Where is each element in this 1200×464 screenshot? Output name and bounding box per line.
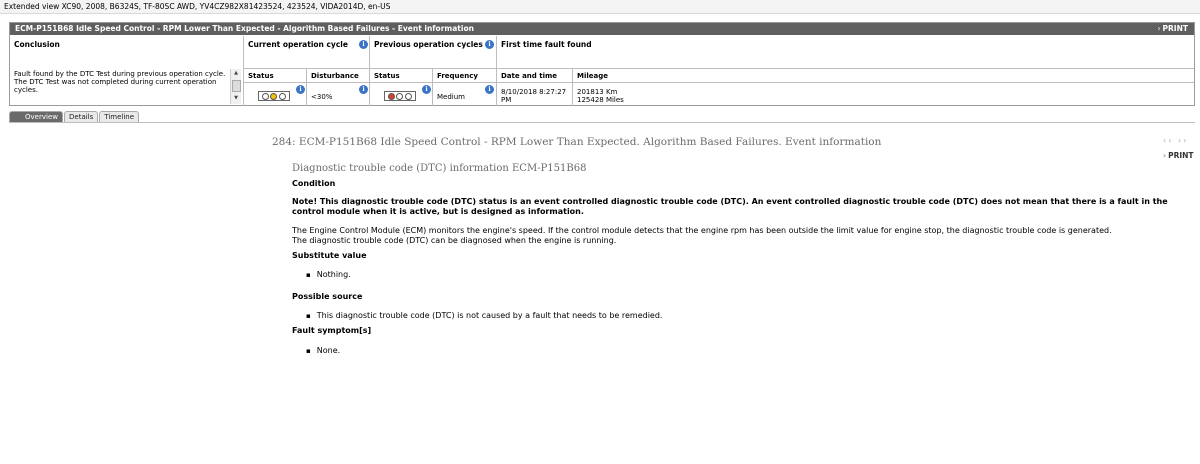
previous-cycles-heading: Previous operation cycles bbox=[374, 40, 483, 49]
status-light-red bbox=[387, 92, 395, 100]
info-icon[interactable]: i bbox=[485, 85, 494, 94]
print-label: PRINT bbox=[1168, 151, 1194, 160]
mileage-value: 201813 Km 125428 Miles bbox=[577, 88, 624, 104]
divider bbox=[243, 36, 244, 106]
prev-arrow-icon[interactable]: ‹‹ bbox=[1163, 136, 1173, 145]
document-navigation: ‹‹ ›› bbox=[1163, 136, 1188, 145]
mileage-miles: 125428 Miles bbox=[577, 96, 624, 104]
status-light bbox=[261, 92, 269, 100]
note-text: Note! This diagnostic trouble code (DTC)… bbox=[292, 197, 1168, 216]
divider bbox=[496, 36, 497, 106]
substitute-title: Substitute value bbox=[292, 251, 367, 260]
frequency-header: Frequency bbox=[437, 72, 478, 80]
status-light bbox=[279, 92, 287, 100]
chevron-right-icon: › bbox=[1157, 24, 1161, 33]
date-time-value: 8/10/2018 8:27:27 PM bbox=[501, 88, 566, 104]
event-title: ECM-P151B68 Idle Speed Control - RPM Low… bbox=[15, 24, 474, 33]
status-light bbox=[396, 92, 404, 100]
mileage-km: 201813 Km bbox=[577, 88, 618, 96]
scroll-thumb[interactable] bbox=[232, 80, 241, 92]
divider bbox=[306, 68, 307, 106]
event-info-header: ECM-P151B68 Idle Speed Control - RPM Low… bbox=[10, 23, 1194, 35]
chevron-right-icon: › bbox=[1163, 151, 1167, 160]
current-status-indicator bbox=[258, 91, 290, 101]
current-status-header: Status bbox=[248, 72, 274, 80]
scroll-down-icon[interactable]: ▼ bbox=[231, 94, 241, 102]
scroll-up-icon[interactable]: ▲ bbox=[231, 69, 241, 77]
print-label: PRINT bbox=[1162, 24, 1188, 33]
document-heading: 284: ECM-P151B68 Idle Speed Control - RP… bbox=[272, 136, 882, 148]
conclusion-heading: Conclusion bbox=[14, 40, 60, 49]
first-fault-heading: First time fault found bbox=[501, 40, 592, 49]
next-arrow-icon[interactable]: ›› bbox=[1178, 136, 1188, 145]
conclusion-line: The DTC Test was not completed during cu… bbox=[14, 78, 217, 94]
source-item: This diagnostic trouble code (DTC) is no… bbox=[306, 311, 663, 320]
frequency-value: Medium bbox=[437, 93, 465, 101]
description-line: The diagnostic trouble code (DTC) can be… bbox=[292, 236, 617, 245]
tabs-underline bbox=[9, 122, 1195, 123]
document-print-button[interactable]: › PRINT bbox=[1163, 151, 1194, 160]
date-line: 8/10/2018 8:27:27 bbox=[501, 88, 567, 96]
date-time-header: Date and time bbox=[501, 72, 558, 80]
status-light bbox=[405, 92, 413, 100]
condition-title: Condition bbox=[292, 179, 336, 188]
disturbance-header: Disturbance bbox=[311, 72, 359, 80]
divider bbox=[243, 68, 1194, 69]
divider bbox=[369, 36, 370, 106]
current-cycle-heading: Current operation cycle bbox=[248, 40, 348, 49]
info-icon[interactable]: i bbox=[422, 85, 431, 94]
info-icon[interactable]: i bbox=[359, 85, 368, 94]
info-icon[interactable]: i bbox=[485, 40, 494, 49]
dtc-heading: Diagnostic trouble code (DTC) informatio… bbox=[292, 163, 587, 174]
description-line: The Engine Control Module (ECM) monitors… bbox=[292, 226, 1112, 235]
conclusion-scrollbar[interactable]: ▲ ▼ bbox=[230, 69, 241, 104]
divider bbox=[432, 68, 433, 106]
conclusion-line: Fault found by the DTC Test during previ… bbox=[14, 70, 226, 78]
substitute-item: Nothing. bbox=[306, 270, 351, 279]
source-title: Possible source bbox=[292, 292, 363, 301]
view-tabs: Overview Details Timeline bbox=[9, 111, 140, 123]
symptom-title: Fault symptom[s] bbox=[292, 326, 372, 335]
divider bbox=[243, 82, 1194, 83]
previous-status-header: Status bbox=[374, 72, 400, 80]
info-icon[interactable]: i bbox=[296, 85, 305, 94]
symptom-item: None. bbox=[306, 346, 340, 355]
print-button[interactable]: › PRINT bbox=[1157, 23, 1188, 35]
conclusion-text: Fault found by the DTC Test during previ… bbox=[14, 70, 229, 94]
previous-status-indicator bbox=[384, 91, 416, 101]
status-light-amber bbox=[270, 92, 278, 100]
disturbance-value: <30% bbox=[311, 93, 333, 101]
time-line: PM bbox=[501, 96, 512, 104]
mileage-header: Mileage bbox=[577, 72, 608, 80]
divider bbox=[572, 68, 573, 106]
window-title: Extended view XC90, 2008, B6324S, TF-80S… bbox=[0, 0, 1200, 14]
info-icon[interactable]: i bbox=[359, 40, 368, 49]
